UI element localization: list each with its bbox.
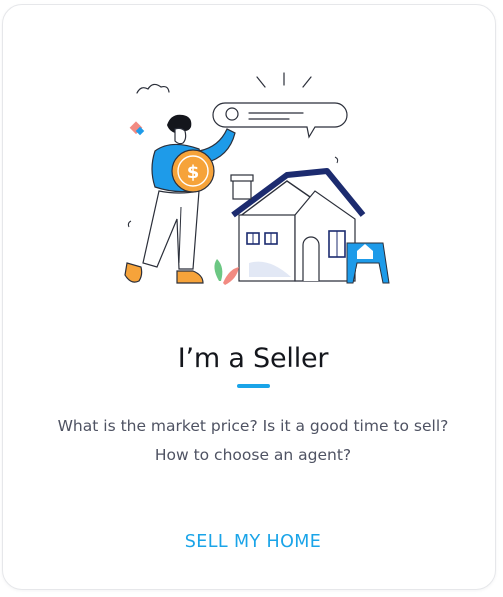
seller-illustration: $ SELL (124, 72, 390, 285)
seller-card: $ SELL I’m a Seller What is the market p… (2, 4, 496, 590)
card-description: What is the market price? Is it a good t… (23, 412, 483, 470)
title-underline (237, 384, 270, 388)
card-title: I’m a Seller (177, 343, 329, 374)
sell-my-home-button[interactable]: SELL MY HOME (153, 526, 353, 558)
description-line-1: What is the market price? Is it a good t… (57, 417, 449, 435)
sell-sign-label: SELL (356, 267, 375, 275)
description-line-2: How to choose an agent? (154, 446, 352, 464)
coin-dollar-icon: $ (187, 162, 200, 183)
